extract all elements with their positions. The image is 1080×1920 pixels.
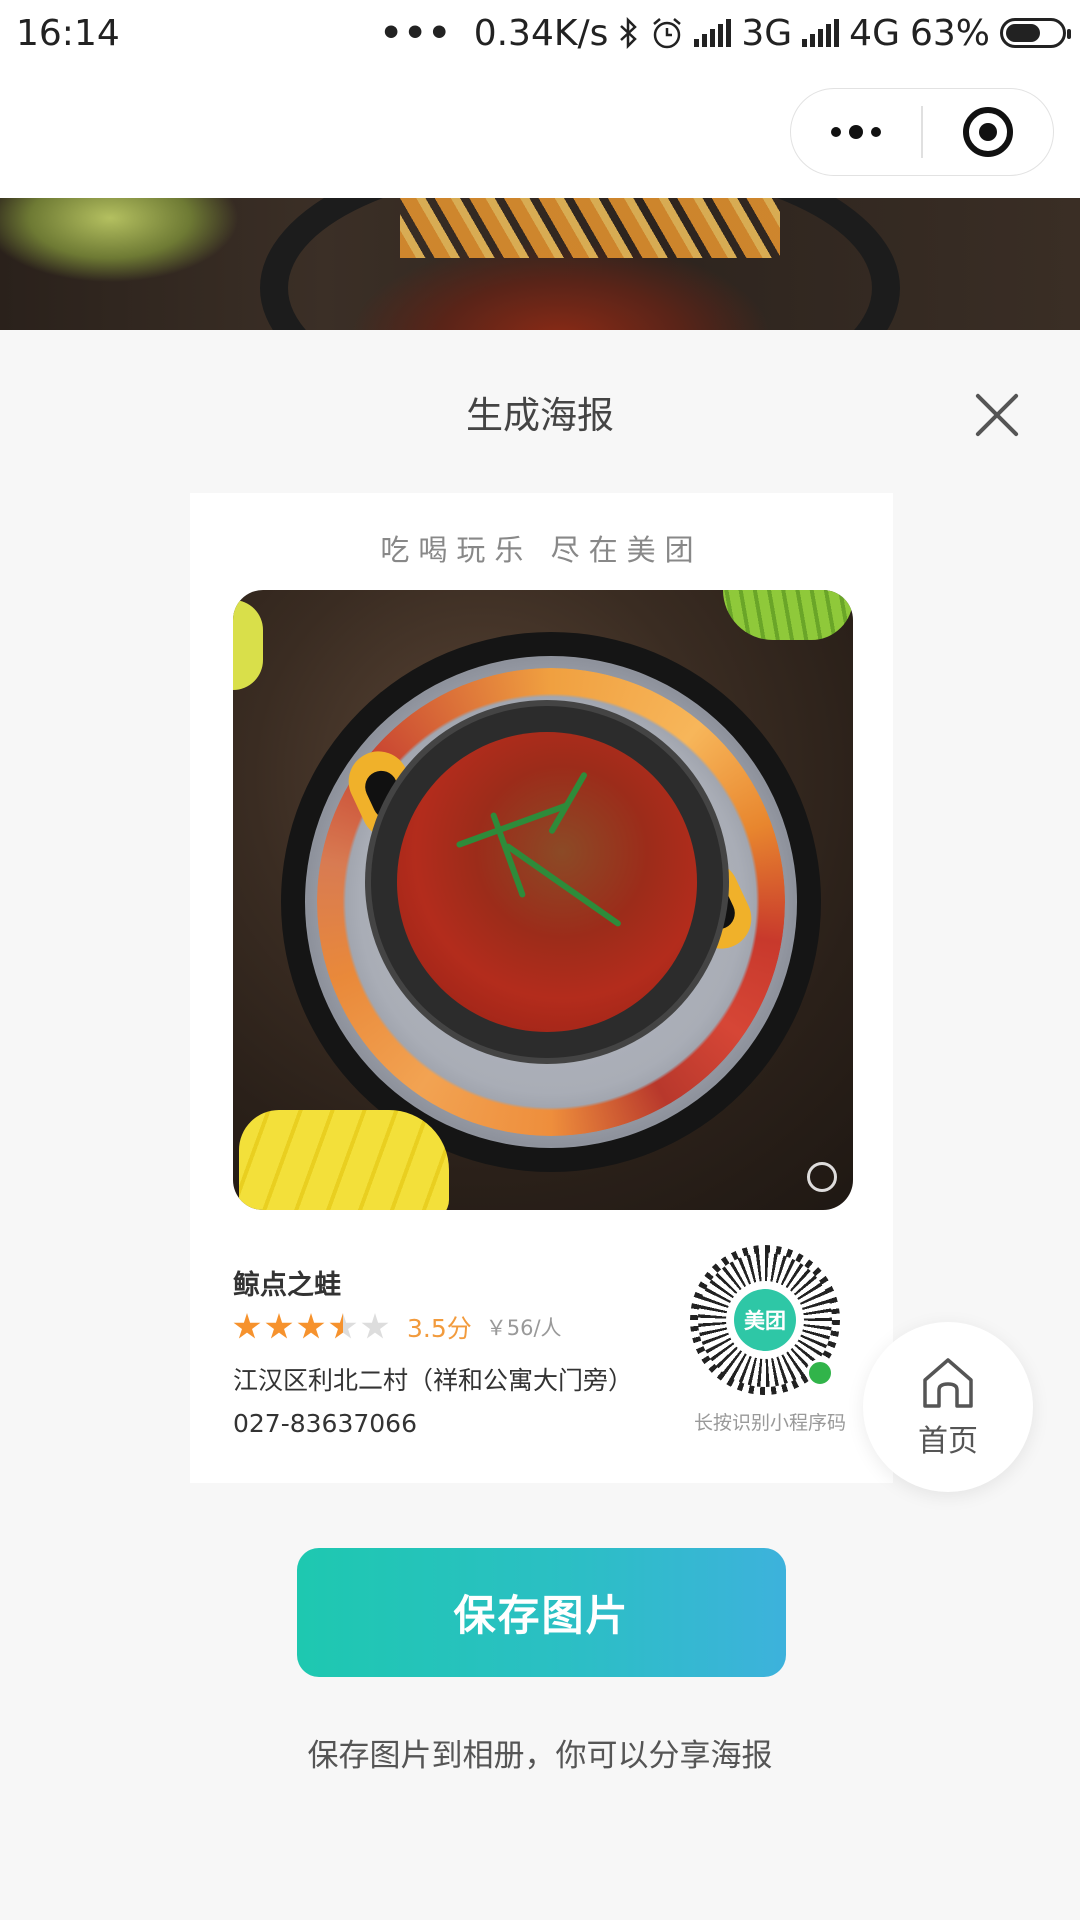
network-speed: 0.34K/s xyxy=(473,12,609,54)
network-type-2: 4G xyxy=(849,12,900,54)
status-indicators: ••• 0.34K/s 3G 4G 63% xyxy=(379,12,1071,54)
background-food-photo xyxy=(0,198,1080,330)
network-type-1: 3G xyxy=(741,12,793,54)
shop-name: 鲸点之蛙 xyxy=(233,1270,341,1301)
status-time: 16:14 xyxy=(16,12,120,54)
home-icon xyxy=(923,1358,973,1408)
more-icon[interactable] xyxy=(791,89,921,175)
qr-caption: 长按识别小程序码 xyxy=(693,1412,846,1434)
sheet-title: 生成海报 xyxy=(466,394,614,437)
battery-icon xyxy=(1000,18,1071,48)
home-label: 首页 xyxy=(918,1424,978,1459)
poster-card: 吃喝玩乐 尽在美团 鲸点之蛙 3.5分 ￥56/人 江汉区利北二村（祥和公寓大门… xyxy=(190,493,893,1483)
signal-icon xyxy=(694,19,732,47)
shop-address: 江汉区利北二村（祥和公寓大门旁） xyxy=(233,1366,634,1395)
top-nav xyxy=(0,66,1080,198)
miniprogram-qr-code: 美团 xyxy=(690,1245,840,1395)
empty-star-icon xyxy=(361,1313,389,1339)
star-icon xyxy=(297,1313,325,1339)
save-hint: 保存图片到相册，你可以分享海报 xyxy=(307,1738,773,1774)
half-star-icon xyxy=(329,1313,357,1339)
miniprogram-capsule xyxy=(790,88,1054,176)
star-icon xyxy=(233,1313,261,1339)
save-image-button[interactable]: 保存图片 xyxy=(297,1548,786,1677)
poster-slogan: 吃喝玩乐 尽在美团 xyxy=(380,533,703,567)
battery-percent: 63% xyxy=(909,12,990,54)
food-photo xyxy=(233,590,853,1210)
alarm-icon xyxy=(653,18,682,49)
shop-phone: 027-83637066 xyxy=(233,1409,417,1438)
home-button[interactable]: 首页 xyxy=(863,1322,1033,1492)
rating-score: 3.5分 xyxy=(407,1314,472,1343)
star-icon xyxy=(265,1313,293,1339)
price-per-person: ￥56/人 xyxy=(485,1316,562,1340)
poster-sheet: 生成海报 吃喝玩乐 尽在美团 鲸点之蛙 3.5分 ￥56/人 江汉区利北二村（祥… xyxy=(0,330,1080,1920)
photo-watermark-icon xyxy=(807,1162,837,1192)
meituan-logo: 美团 xyxy=(734,1289,796,1351)
star-rating xyxy=(233,1313,389,1341)
status-dots: ••• xyxy=(379,12,452,54)
status-bar: 16:14 ••• 0.34K/s 3G 4G 63% xyxy=(0,0,1080,66)
bluetooth-icon xyxy=(620,17,638,49)
target-icon[interactable] xyxy=(923,89,1053,175)
close-icon[interactable] xyxy=(972,390,1022,440)
miniprogram-badge-icon xyxy=(806,1359,834,1387)
signal-icon-2 xyxy=(802,19,840,47)
rating-row: 3.5分 ￥56/人 xyxy=(233,1309,562,1345)
